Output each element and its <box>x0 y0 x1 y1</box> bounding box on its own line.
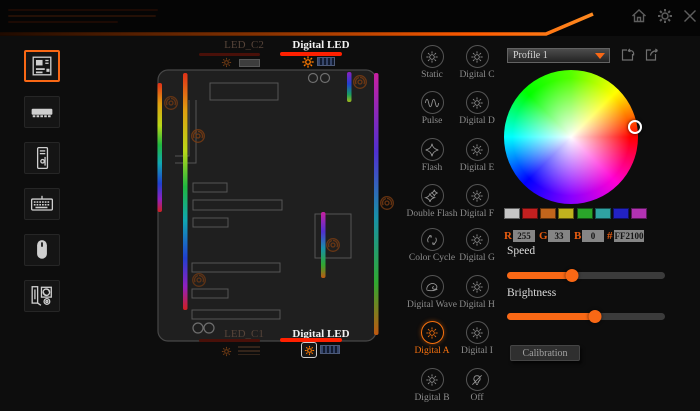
sidebar-item-peripherals[interactable] <box>24 280 60 312</box>
led-c1-sun-icon[interactable] <box>220 345 233 358</box>
sidebar-item-pc-case[interactable] <box>24 142 60 174</box>
zone-label-digital-led-top[interactable]: Digital LED <box>286 39 356 51</box>
rgb-strip-inner-left <box>183 73 188 310</box>
led-c1-preview-box <box>238 346 260 355</box>
rgb-strip-top-right <box>347 72 352 102</box>
swatch-magenta[interactable] <box>631 208 647 219</box>
digital-led-bottom-sun-icon <box>303 344 316 357</box>
digital-led-bottom-preview-box <box>320 345 340 354</box>
swatch-white[interactable] <box>504 208 520 219</box>
sun-icon <box>469 325 485 341</box>
speed-label: Speed <box>507 245 535 257</box>
mode-digital-e[interactable]: Digital E <box>449 138 505 173</box>
sidebar-item-keyboard[interactable] <box>24 188 60 220</box>
mode-digital-f[interactable]: Digital F <box>449 184 505 219</box>
mouse-icon <box>32 238 52 262</box>
star-flash-icon <box>424 142 440 158</box>
swatch-cyan[interactable] <box>595 208 611 219</box>
mode-digital-d[interactable]: Digital D <box>449 91 505 126</box>
mode-digital-h[interactable]: Digital H <box>449 275 505 310</box>
swatch-blue[interactable] <box>613 208 629 219</box>
bulb-off-icon <box>469 372 485 388</box>
motherboard-preview: LED_C2 Digital LED <box>150 35 400 405</box>
sidebar-item-mouse[interactable] <box>24 234 60 266</box>
mode-off[interactable]: Off <box>449 368 505 403</box>
swatch-orange[interactable] <box>540 208 556 219</box>
g-value-field[interactable]: 33 <box>548 230 570 242</box>
wave-icon <box>424 279 440 295</box>
sun-icon <box>469 232 485 248</box>
digital-led-bottom-selected-box[interactable] <box>301 342 317 358</box>
export-profile-icon <box>645 47 661 63</box>
zone-label-led-c2[interactable]: LED_C2 <box>209 39 279 51</box>
brightness-slider[interactable] <box>507 313 665 320</box>
mode-digital-i[interactable]: Digital I <box>449 321 505 356</box>
keyboard-icon <box>30 194 54 214</box>
rgb-strip-right-edge <box>374 73 379 335</box>
brightness-label: Brightness <box>507 287 556 299</box>
digital-led-top-sun-icon[interactable] <box>300 54 316 70</box>
speed-slider-fill <box>507 272 572 279</box>
color-wheel-selector[interactable] <box>628 120 642 134</box>
swatch-green[interactable] <box>577 208 593 219</box>
cycle-icon <box>424 232 440 248</box>
swatch-red[interactable] <box>522 208 538 219</box>
sun-icon <box>469 279 485 295</box>
sun-icon <box>469 188 485 204</box>
rgb-fusion-window: LED_C2 Digital LED <box>0 0 700 411</box>
chevron-down-icon <box>595 53 605 59</box>
sun-icon <box>469 142 485 158</box>
r-label: R <box>504 230 512 242</box>
mode-digital-g[interactable]: Digital G <box>449 228 505 263</box>
gpu-fan-icon <box>30 284 54 308</box>
led-connector-icon <box>381 197 394 210</box>
pc-case-icon <box>31 146 53 170</box>
double-star-flash-icon <box>424 188 440 204</box>
speed-slider[interactable] <box>507 272 665 279</box>
rgb-strip-center <box>321 212 326 278</box>
led-c2-sun-icon[interactable] <box>220 56 233 69</box>
brightness-slider-thumb[interactable] <box>589 310 602 323</box>
hex-value-field[interactable]: FF2100 <box>614 230 644 242</box>
sine-wave-icon <box>424 95 440 111</box>
g-label: G <box>539 230 548 242</box>
sidebar-item-motherboard[interactable] <box>24 50 60 82</box>
profile-value: Profile 1 <box>513 50 548 61</box>
b-label: B <box>574 230 581 242</box>
import-profile-button[interactable] <box>620 47 636 63</box>
export-profile-button[interactable] <box>645 47 661 63</box>
sidebar-item-memory[interactable] <box>24 96 60 128</box>
hex-label: # <box>607 230 613 242</box>
rgb-strip-left-edge <box>158 83 163 212</box>
sun-icon <box>469 49 485 65</box>
sun-icon <box>424 325 440 341</box>
import-profile-icon <box>620 47 636 63</box>
mode-digital-c[interactable]: Digital C <box>449 45 505 80</box>
header-accent-line <box>0 0 700 40</box>
motherboard-icon <box>31 55 53 77</box>
calibration-button[interactable]: Calibration <box>510 345 580 361</box>
color-wheel[interactable] <box>504 70 638 204</box>
sun-icon <box>424 49 440 65</box>
motherboard-diagram <box>150 35 400 405</box>
speed-slider-thumb[interactable] <box>565 269 578 282</box>
b-value-field[interactable]: 0 <box>582 230 604 242</box>
brightness-slider-fill <box>507 313 595 320</box>
sun-icon <box>469 95 485 111</box>
swatch-yellow[interactable] <box>558 208 574 219</box>
r-value-field[interactable]: 255 <box>513 230 535 242</box>
digital-led-top-preview-box <box>317 57 335 66</box>
led-c2-preview-box <box>239 59 260 67</box>
profile-select[interactable]: Profile 1 <box>507 48 610 63</box>
ram-icon <box>30 101 54 123</box>
zone-underline-led-c1 <box>199 339 260 342</box>
sun-icon <box>424 372 440 388</box>
